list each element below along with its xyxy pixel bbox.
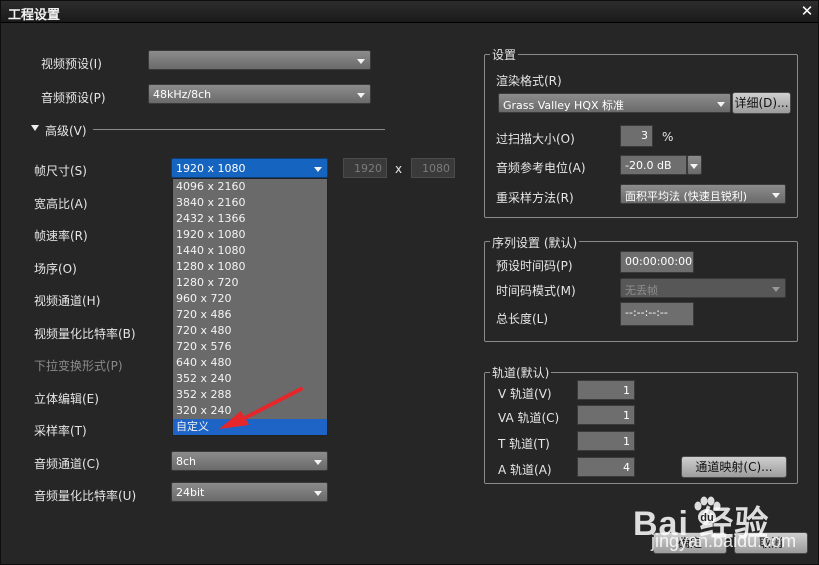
frame-size-option[interactable]: 720 x 480: [173, 323, 327, 339]
resample-select[interactable]: 面积平均法 (快速且锐利): [620, 184, 786, 204]
frame-size-option[interactable]: 1280 x 720: [173, 275, 327, 291]
advanced-section-label[interactable]: 高级(V): [45, 122, 87, 139]
sequence-group-label: 序列设置 (默认): [490, 234, 580, 251]
frame-size-option[interactable]: 640 x 480: [173, 355, 327, 371]
chevron-down-icon: [357, 59, 365, 64]
t-track-input[interactable]: 1: [577, 431, 635, 451]
annotation-arrow-icon: [219, 387, 303, 429]
frame-size-option[interactable]: 3840 x 2160: [173, 195, 327, 211]
audio-channel-label: 音频通道(C): [34, 457, 100, 471]
sample-rate-label: 采样率(T): [34, 424, 87, 438]
render-format-label: 渲染格式(R): [496, 74, 562, 88]
render-format-value: Grass Valley HQX 标准: [503, 99, 625, 112]
audio-reference-label: 音频参考电位(A): [496, 161, 586, 175]
chevron-down-icon: [690, 164, 698, 169]
svg-text:du: du: [700, 512, 713, 524]
audio-bit-depth-label: 音频量化比特率(U): [34, 489, 137, 503]
section-divider: [93, 129, 385, 130]
va-track-input[interactable]: 1: [577, 405, 635, 425]
overscan-unit: %: [662, 130, 674, 144]
frame-size-option[interactable]: 1920 x 1080: [173, 227, 327, 243]
audio-reference-input[interactable]: -20.0 dB: [620, 155, 687, 175]
chevron-down-icon: [772, 193, 780, 198]
video-bit-depth-label: 视频量化比特率(B): [34, 327, 136, 341]
chevron-down-icon: [314, 460, 322, 465]
watermark-url: jingyan.baidu.com: [651, 531, 797, 551]
frame-size-option[interactable]: 720 x 576: [173, 339, 327, 355]
video-channel-label: 视频通道(H): [34, 294, 101, 308]
v-track-input[interactable]: 1: [577, 380, 635, 400]
frame-size-label: 帧尺寸(S): [34, 164, 87, 178]
a-track-label: A 轨道(A): [498, 463, 552, 477]
aspect-ratio-label: 宽高比(A): [34, 197, 88, 211]
v-track-label: V 轨道(V): [498, 387, 552, 401]
render-format-select[interactable]: Grass Valley HQX 标准: [498, 93, 731, 113]
pulldown-label: 下拉变换形式(P): [34, 359, 123, 373]
t-track-label: T 轨道(T): [498, 437, 550, 451]
audio-channel-select[interactable]: 8ch: [171, 451, 328, 471]
frame-times-sign: x: [395, 162, 403, 176]
frame-size-value: 1920 x 1080: [176, 162, 246, 175]
baidu-paw-icon: du: [694, 496, 721, 525]
preset-timecode-label: 预设时间码(P): [496, 259, 573, 273]
video-preset-label: 视频预设(I): [41, 57, 102, 71]
dialog-title: 工程设置: [8, 8, 61, 23]
frame-size-option[interactable]: 1440 x 1080: [173, 243, 327, 259]
chevron-down-icon: [357, 93, 365, 98]
timecode-mode-select[interactable]: 无丢帧: [620, 278, 786, 298]
overscan-label: 过扫描大小(O): [496, 132, 575, 146]
preset-timecode-input[interactable]: 00:00:00:00: [620, 251, 694, 273]
audio-reference-dropdown-button[interactable]: [687, 155, 702, 175]
chevron-down-icon: [314, 491, 322, 496]
chevron-down-icon: [314, 167, 322, 172]
channel-map-button[interactable]: 通道映射(C)...: [681, 456, 787, 478]
frame-size-option[interactable]: 960 x 720: [173, 291, 327, 307]
frame-size-option[interactable]: 1280 x 1080: [173, 259, 327, 275]
stereo-edit-label: 立体编辑(E): [34, 392, 99, 406]
collapse-triangle-icon[interactable]: [31, 125, 39, 131]
frame-size-select[interactable]: 1920 x 1080: [171, 158, 328, 178]
audio-channel-value: 8ch: [176, 455, 197, 468]
frame-width-field[interactable]: 1920: [343, 158, 387, 178]
timecode-mode-label: 时间码模式(M): [496, 284, 576, 298]
timecode-mode-value: 无丢帧: [625, 284, 658, 297]
tracks-group-label: 轨道(默认): [490, 364, 552, 381]
a-track-input[interactable]: 4: [577, 457, 635, 477]
overscan-input[interactable]: 3: [620, 125, 653, 147]
frame-size-option[interactable]: 720 x 486: [173, 307, 327, 323]
title-bar[interactable]: 工程设置 ✕: [1, 1, 818, 23]
total-length-label: 总长度(L): [496, 312, 549, 326]
chevron-down-icon: [717, 102, 725, 107]
audio-preset-select[interactable]: 48kHz/8ch: [148, 84, 371, 104]
frame-size-option[interactable]: 2432 x 1366: [173, 211, 327, 227]
field-order-label: 场序(O): [34, 262, 77, 276]
frame-height-field[interactable]: 1080: [411, 158, 455, 178]
audio-preset-value: 48kHz/8ch: [153, 88, 212, 101]
resample-value: 面积平均法 (快速且锐利): [625, 190, 748, 203]
total-length-input[interactable]: --:--:--:--: [620, 302, 694, 326]
close-icon[interactable]: ✕: [798, 2, 816, 20]
audio-bit-depth-value: 24bit: [176, 486, 205, 499]
project-settings-dialog: 工程设置 ✕ 视频预设(I) 音频预设(P) 48kHz/8ch 高级(V) 帧…: [0, 0, 819, 565]
va-track-label: VA 轨道(C): [498, 411, 560, 425]
settings-group-label: 设置: [490, 46, 519, 63]
frame-size-option[interactable]: 4096 x 2160: [173, 179, 327, 195]
chevron-down-icon: [772, 287, 780, 292]
audio-bit-depth-select[interactable]: 24bit: [171, 482, 328, 502]
frame-rate-label: 帧速率(R): [34, 229, 88, 243]
video-preset-select[interactable]: [148, 50, 371, 70]
detail-button[interactable]: 详细(D)...: [732, 92, 791, 114]
resample-label: 重采样方法(R): [496, 191, 574, 205]
audio-preset-label: 音频预设(P): [41, 91, 106, 105]
